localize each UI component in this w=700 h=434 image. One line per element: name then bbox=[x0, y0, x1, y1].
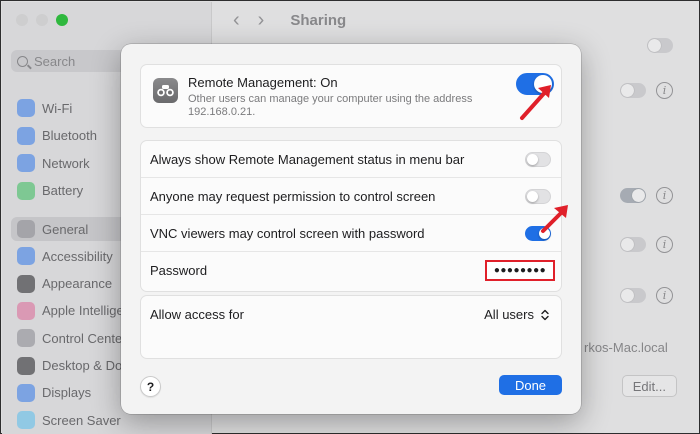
option-label: Anyone may request permission to control… bbox=[150, 189, 436, 204]
password-row: Password ●●●●●●●● bbox=[141, 252, 561, 289]
option-row-request-permission: Anyone may request permission to control… bbox=[141, 178, 561, 215]
help-button[interactable]: ? bbox=[140, 376, 161, 397]
remote-management-description: Other users can manage your computer usi… bbox=[188, 93, 473, 118]
option-label: VNC viewers may control screen with pass… bbox=[150, 226, 425, 241]
password-field[interactable]: ●●●●●●●● bbox=[485, 260, 555, 281]
done-button[interactable]: Done bbox=[499, 375, 562, 395]
binoculars-icon bbox=[153, 78, 178, 103]
allow-access-value: All users bbox=[484, 307, 534, 322]
allow-access-row: Allow access for All users bbox=[141, 296, 561, 333]
remote-management-sheet: Remote Management: On Other users can ma… bbox=[121, 44, 581, 414]
option-label: Always show Remote Management status in … bbox=[150, 152, 465, 167]
option-row-menu-bar-status: Always show Remote Management status in … bbox=[141, 141, 561, 178]
option-row-vnc-viewers: VNC viewers may control screen with pass… bbox=[141, 215, 561, 252]
up-down-chevron-icon bbox=[539, 307, 551, 322]
remote-management-card: Remote Management: On Other users can ma… bbox=[140, 64, 562, 128]
annotation-arrow-icon bbox=[520, 85, 551, 120]
allow-access-card: Allow access for All users bbox=[140, 295, 562, 359]
remote-management-title: Remote Management: On bbox=[188, 75, 338, 90]
allow-access-label: Allow access for bbox=[150, 307, 244, 322]
options-card: Always show Remote Management status in … bbox=[140, 140, 562, 292]
menu-bar-status-toggle[interactable] bbox=[525, 152, 551, 167]
allow-access-popup[interactable]: All users bbox=[484, 307, 551, 322]
password-label: Password bbox=[150, 263, 208, 278]
annotation-arrow-icon bbox=[541, 205, 568, 233]
